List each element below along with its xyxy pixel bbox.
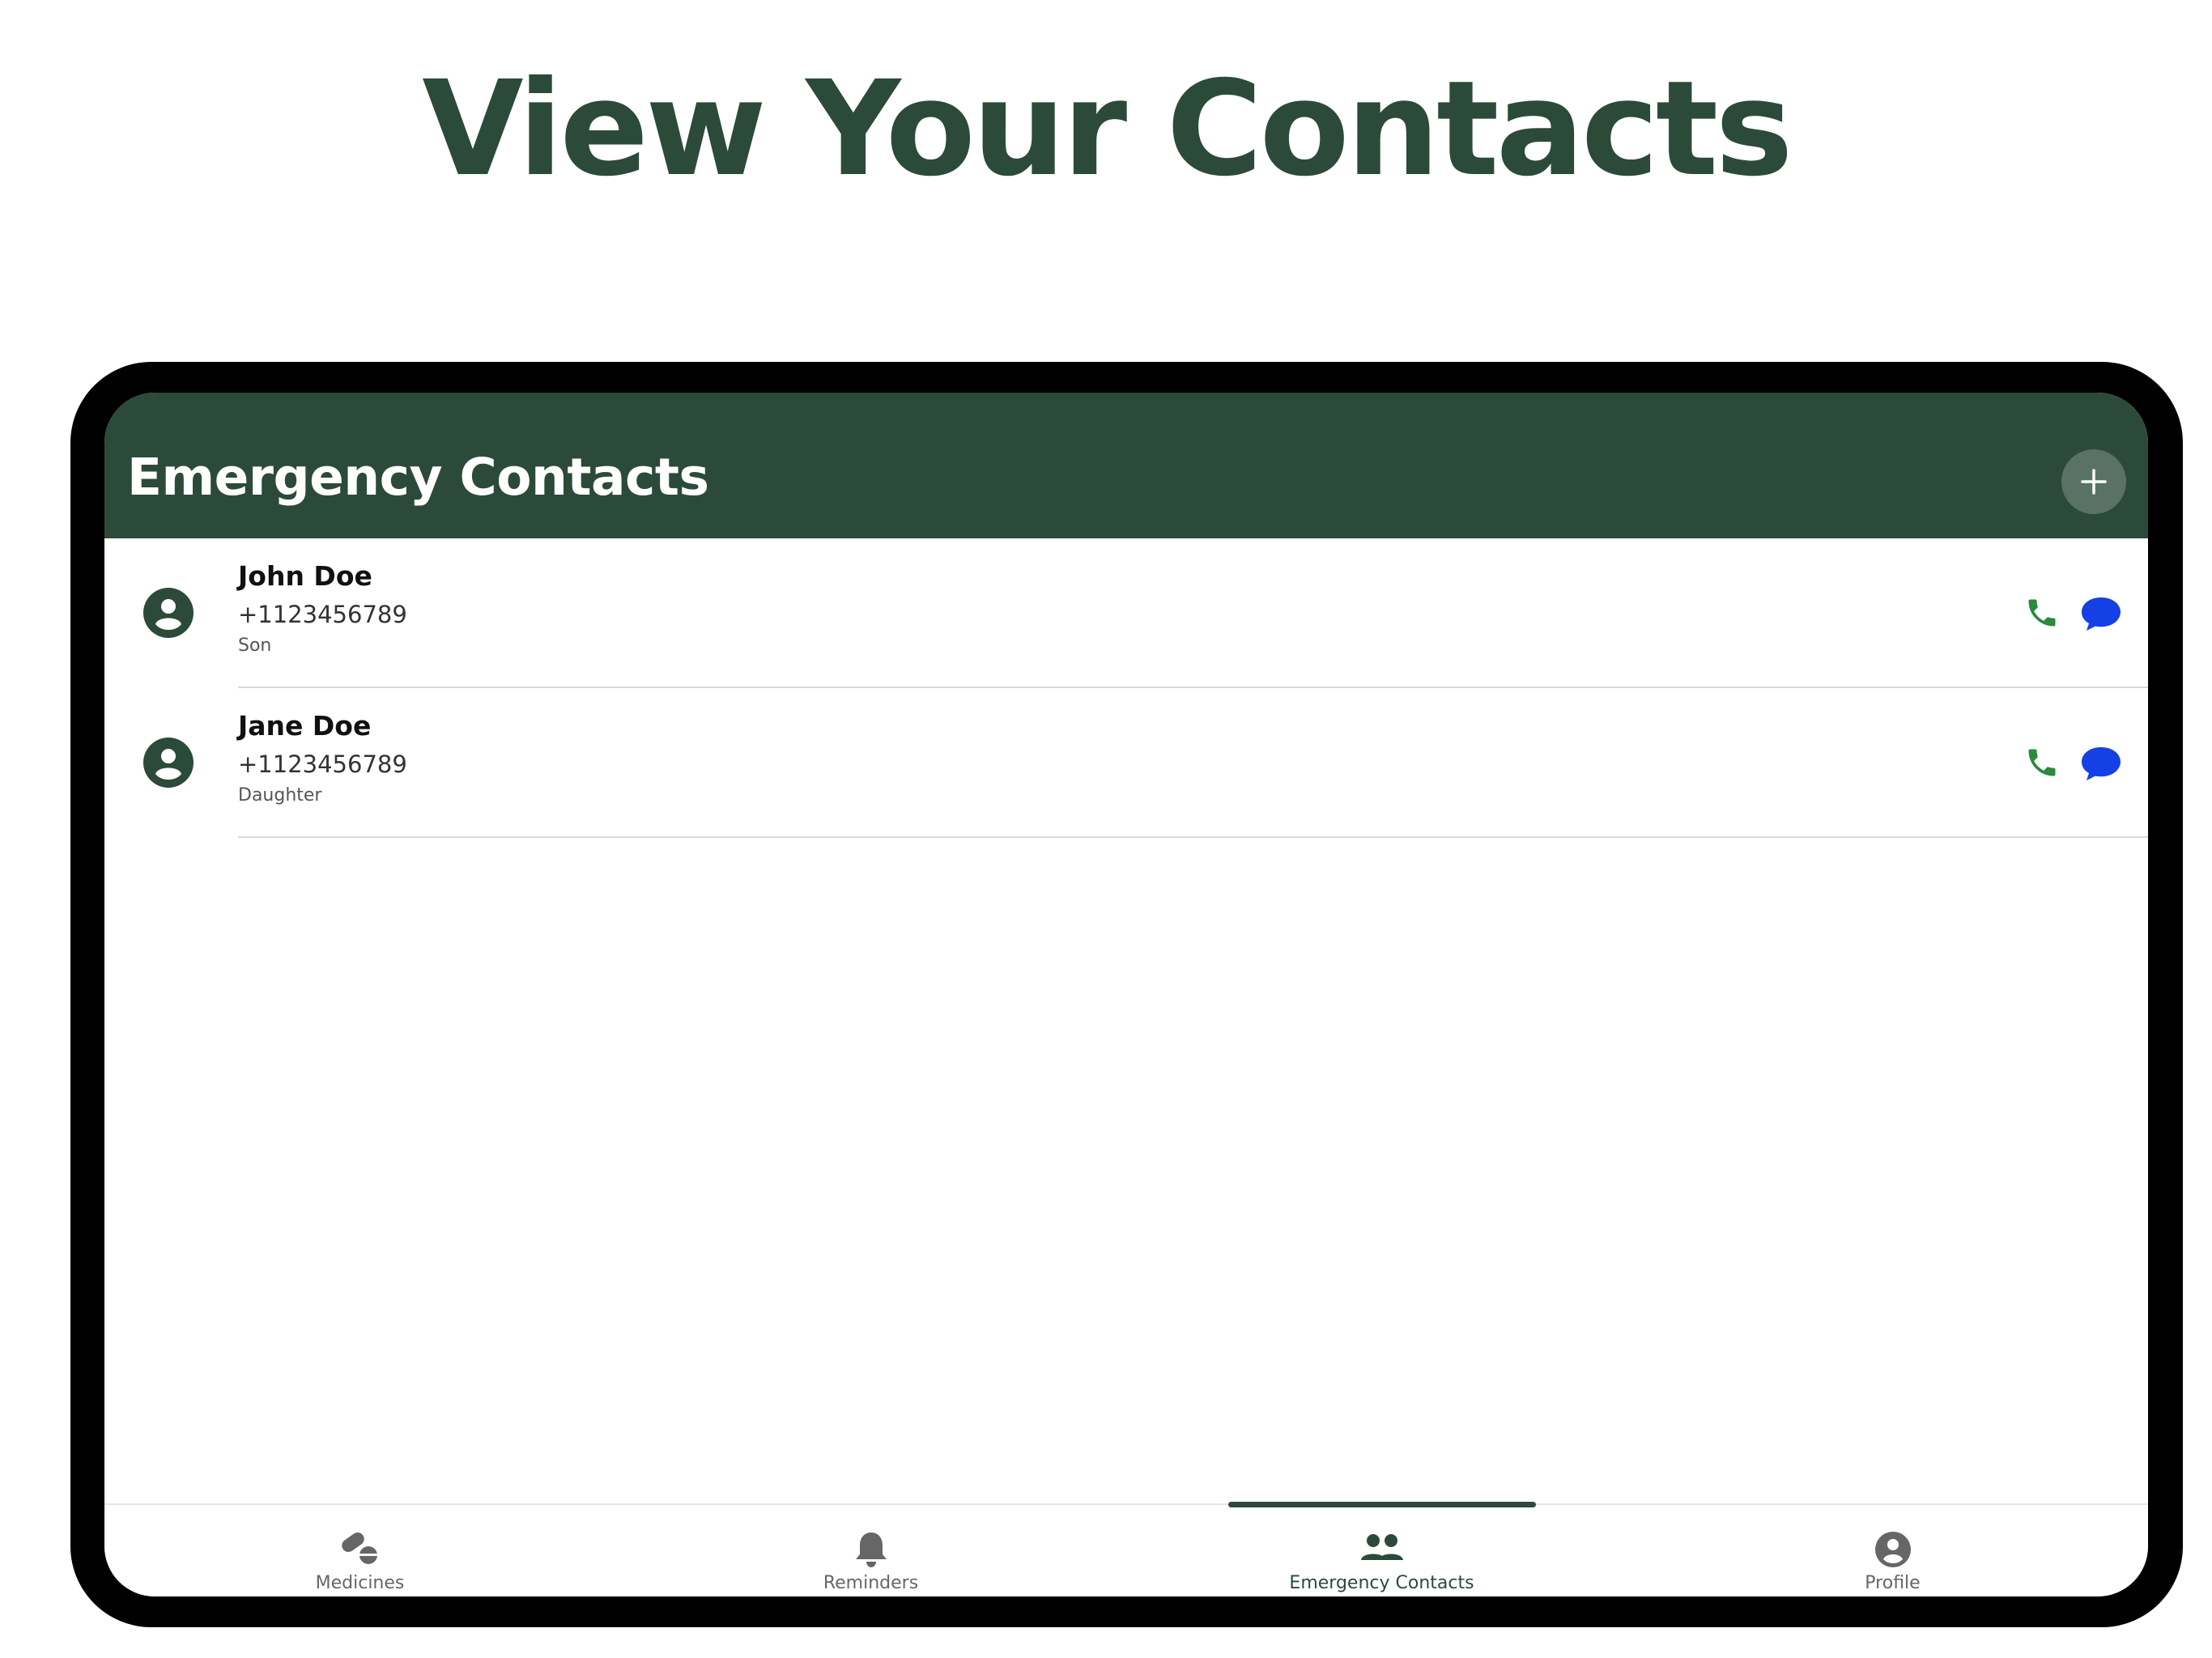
tab-reminders[interactable]: Reminders xyxy=(615,1505,1126,1596)
bottom-tab-bar: Medicines Reminders Emergency Contacts P… xyxy=(104,1502,2148,1596)
tab-label: Medicines xyxy=(315,1573,405,1593)
person-circle-icon xyxy=(143,588,194,638)
bell-icon xyxy=(855,1533,887,1567)
page-title: Emergency Contacts xyxy=(127,448,709,507)
contact-row[interactable]: Jane Doe +1123456789 Daughter xyxy=(104,688,2148,838)
contact-relation: Daughter xyxy=(238,785,322,806)
contact-list: John Doe +1123456789 Son Jane Doe +11234… xyxy=(104,538,2148,838)
add-contact-button[interactable] xyxy=(2061,449,2126,514)
contact-row[interactable]: John Doe +1123456789 Son xyxy=(104,538,2148,688)
tab-profile[interactable]: Profile xyxy=(1637,1505,2148,1596)
tab-medicines[interactable]: Medicines xyxy=(104,1505,615,1596)
contact-name: Jane Doe xyxy=(238,710,372,742)
app-header: Emergency Contacts xyxy=(104,393,2148,538)
active-tab-indicator xyxy=(1227,1502,1536,1507)
plus-icon xyxy=(2081,469,2107,495)
chat-bubble-icon[interactable] xyxy=(2080,745,2122,782)
person-circle-icon xyxy=(1874,1532,1911,1567)
people-icon xyxy=(1360,1534,1403,1560)
app-screen: Emergency Contacts John Doe +1123456789 … xyxy=(104,393,2148,1596)
chat-bubble-icon[interactable] xyxy=(2080,595,2122,632)
tab-label: Profile xyxy=(1865,1573,1921,1593)
row-divider xyxy=(238,836,2148,838)
phone-icon[interactable] xyxy=(2024,745,2060,780)
contact-name: John Doe xyxy=(238,560,372,592)
tab-label: Emergency Contacts xyxy=(1289,1573,1474,1593)
contact-phone: +1123456789 xyxy=(238,750,407,778)
pills-icon xyxy=(341,1532,377,1564)
phone-icon[interactable] xyxy=(2024,595,2060,631)
contact-relation: Son xyxy=(238,636,272,656)
contact-phone: +1123456789 xyxy=(238,601,407,628)
person-circle-icon xyxy=(143,738,194,788)
tab-emergency-contacts[interactable]: Emergency Contacts xyxy=(1126,1502,1637,1596)
promo-title: View Your Contacts xyxy=(422,53,1793,206)
tab-label: Reminders xyxy=(823,1573,919,1593)
